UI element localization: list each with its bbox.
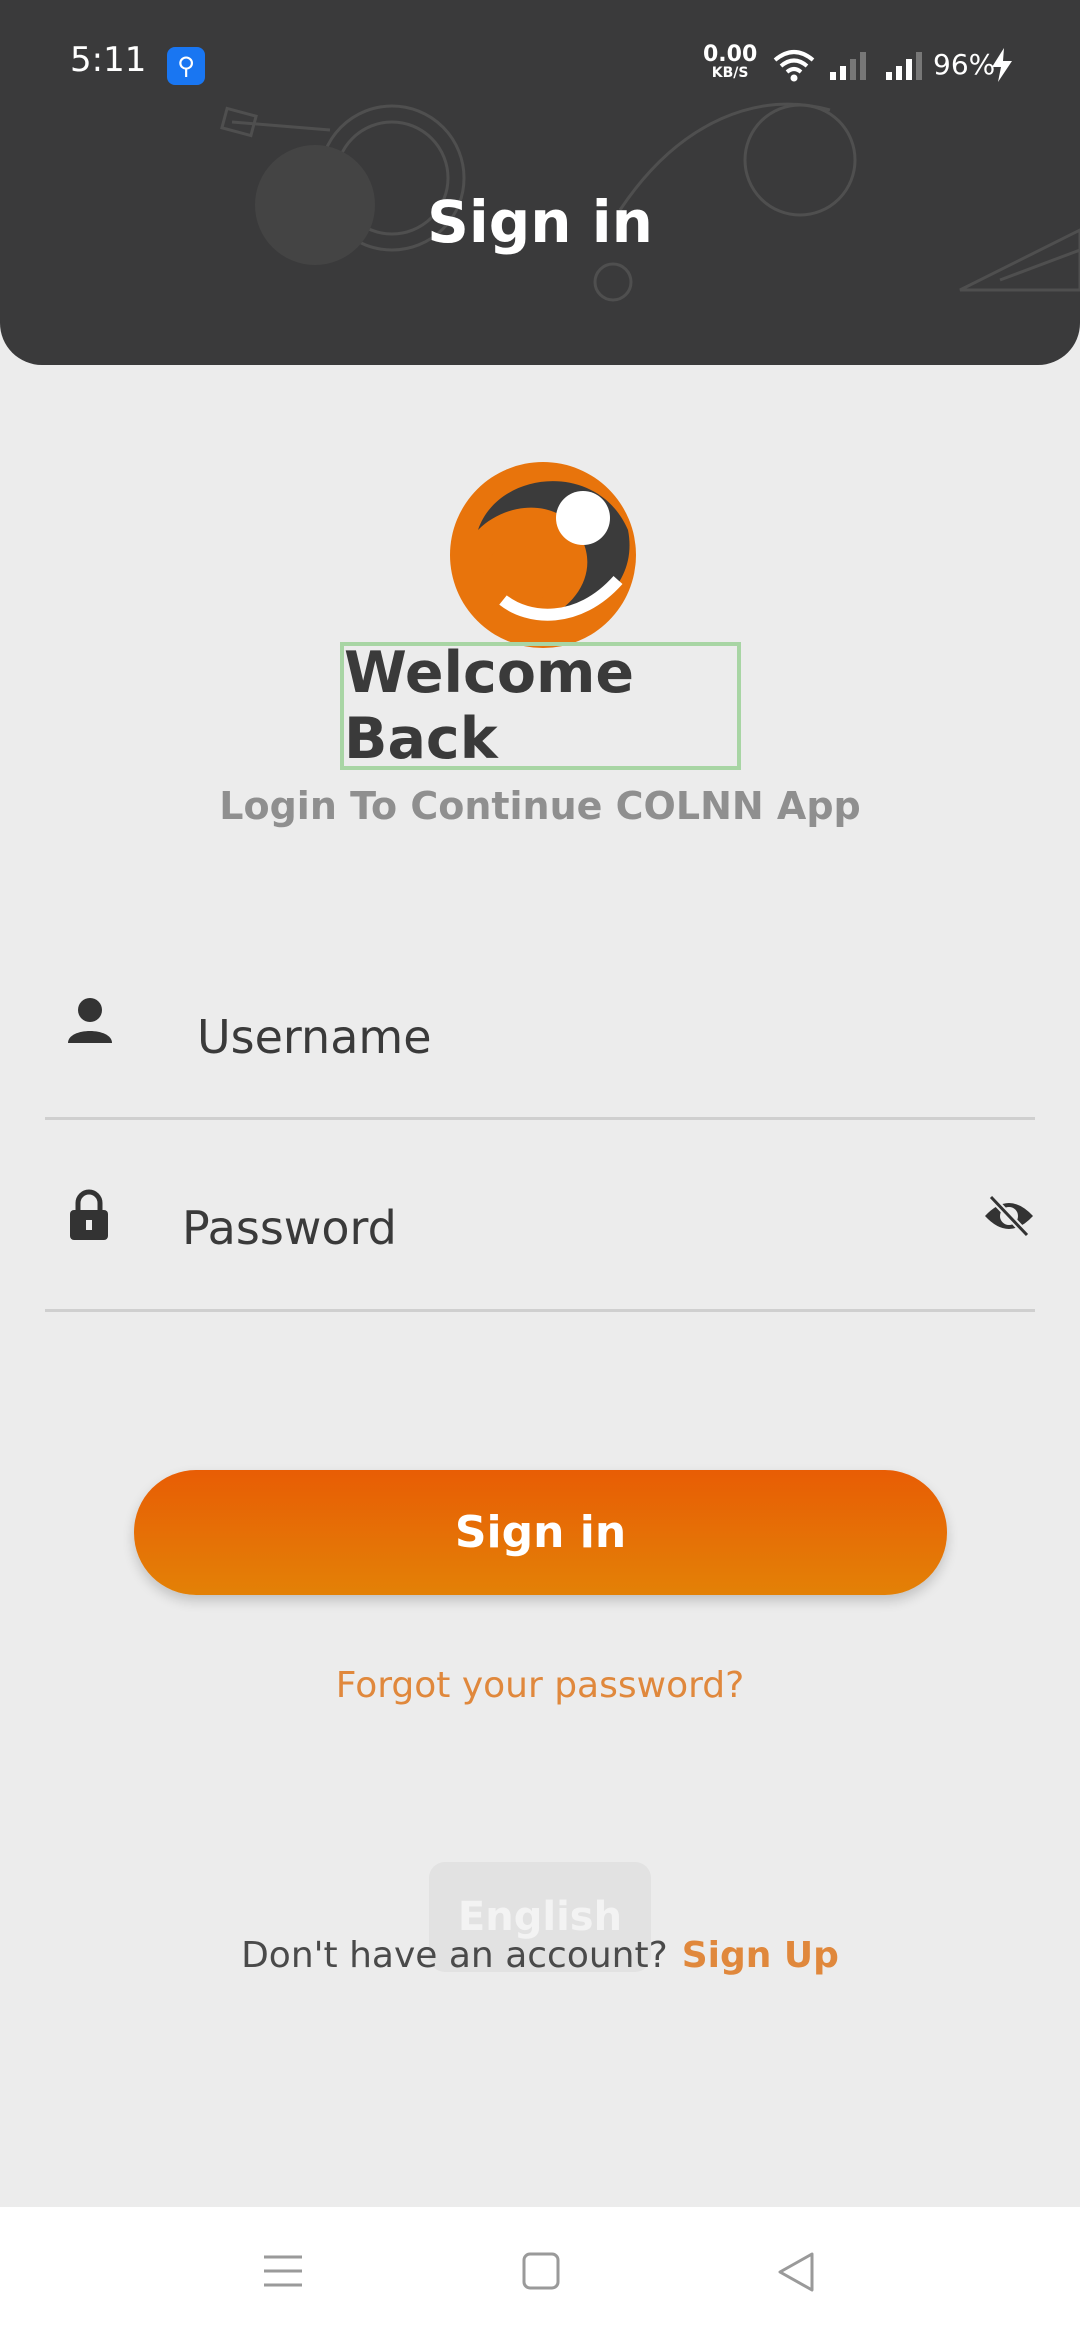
signup-link[interactable]: Sign Up xyxy=(682,1935,839,1976)
signup-row: Don't have an account? Sign Up xyxy=(0,1935,1080,1976)
net-speed: 0.00 KB/S xyxy=(703,42,758,81)
status-bar: 5:11 ⚲ 0.00 KB/S 96% xyxy=(0,0,1080,95)
username-input[interactable] xyxy=(195,1001,999,1073)
signal-icon xyxy=(830,52,866,80)
username-field[interactable] xyxy=(45,997,1035,1120)
wifi-icon xyxy=(773,50,815,82)
forgot-password-link[interactable]: Forgot your password? xyxy=(0,1665,1080,1706)
page-title: Sign in xyxy=(427,188,653,256)
person-icon xyxy=(68,998,112,1043)
password-field[interactable] xyxy=(45,1189,1035,1312)
menu-icon[interactable] xyxy=(262,2251,304,2291)
status-time: 5:11 xyxy=(70,40,147,80)
lock-icon xyxy=(70,1189,108,1240)
welcome-subtitle: Login To Continue COLNN App xyxy=(219,784,861,828)
net-speed-value: 0.00 xyxy=(703,42,758,67)
no-account-text: Don't have an account? xyxy=(241,1935,668,1976)
welcome-title: Welcome Back xyxy=(340,640,741,772)
charging-icon xyxy=(992,48,1012,82)
system-navbar xyxy=(0,2207,1080,2340)
back-icon[interactable] xyxy=(776,2251,816,2293)
eye-off-icon[interactable] xyxy=(983,1193,1035,1239)
header: 5:11 ⚲ 0.00 KB/S 96% Sign in xyxy=(0,0,1080,365)
app-logo xyxy=(450,462,636,648)
home-icon[interactable] xyxy=(521,2251,561,2291)
net-speed-unit: KB/S xyxy=(711,65,749,81)
signal-icon xyxy=(886,52,922,80)
signin-button[interactable]: Sign in xyxy=(134,1470,947,1595)
usb-debug-icon: ⚲ xyxy=(167,47,205,85)
password-input[interactable] xyxy=(180,1192,944,1264)
battery-level: 96% xyxy=(933,48,996,81)
